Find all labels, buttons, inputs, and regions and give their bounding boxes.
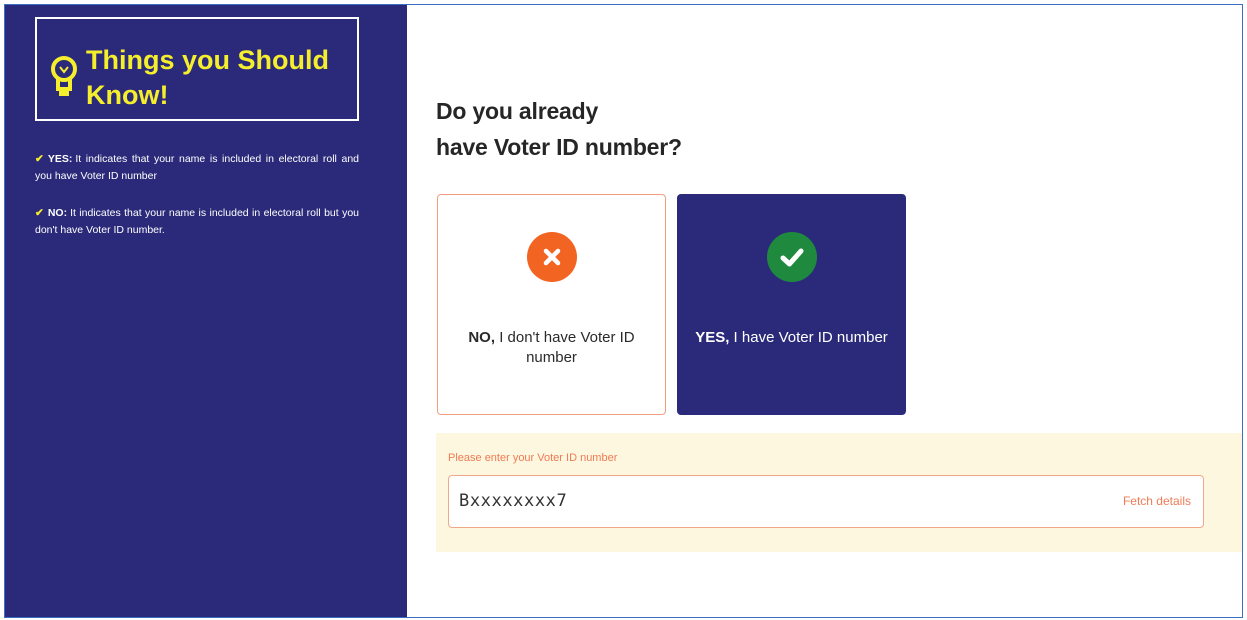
sidebar-title: Things you Should Know! [86, 45, 329, 110]
check-icon: ✔ [35, 153, 44, 165]
tip-key: NO: [47, 207, 68, 219]
check-circle-icon [767, 232, 817, 282]
option-yes-text: I have Voter ID number [733, 329, 888, 346]
voter-id-label: Please enter your Voter ID number [448, 452, 618, 464]
check-icon: ✔ [35, 207, 44, 219]
info-sidebar: Things you Should Know! ✔ YES: It indicate… [5, 5, 407, 617]
tip-no: ✔ NO: It indicates that your name is inclu… [35, 205, 359, 239]
page-question: Do you already have Voter ID number? [436, 93, 682, 165]
close-circle-icon [527, 232, 577, 282]
app-frame: Things you Should Know! ✔ YES: It indicate… [4, 4, 1243, 618]
option-no-bold: NO, [468, 329, 496, 346]
voter-id-field: Fetch details [448, 475, 1204, 528]
question-line-1: Do you already [436, 98, 599, 124]
option-yes-card[interactable]: YES, I have Voter ID number [677, 194, 906, 415]
option-no-card[interactable]: NO, I don't have Voter ID number [437, 194, 666, 415]
fetch-details-button[interactable]: Fetch details [1123, 493, 1191, 509]
option-no-text: I don't have Voter ID number [499, 329, 635, 366]
option-yes-bold: YES, [695, 329, 730, 346]
option-no-label: NO, I don't have Voter ID number [448, 328, 655, 368]
voter-id-input[interactable] [459, 476, 1059, 526]
things-to-know-box: Things you Should Know! [35, 17, 359, 121]
tip-key: YES: [47, 153, 73, 165]
lightbulb-icon [50, 55, 78, 111]
voter-id-panel: Please enter your Voter ID number Fetch … [436, 433, 1242, 552]
tip-text: It indicates that your name is included … [35, 207, 359, 236]
tip-text: It indicates that your name is included … [35, 153, 359, 182]
tip-yes: ✔ YES: It indicates that your name is incl… [35, 151, 359, 185]
question-line-2: have Voter ID number? [436, 134, 682, 160]
option-yes-label: YES, I have Voter ID number [688, 328, 895, 348]
